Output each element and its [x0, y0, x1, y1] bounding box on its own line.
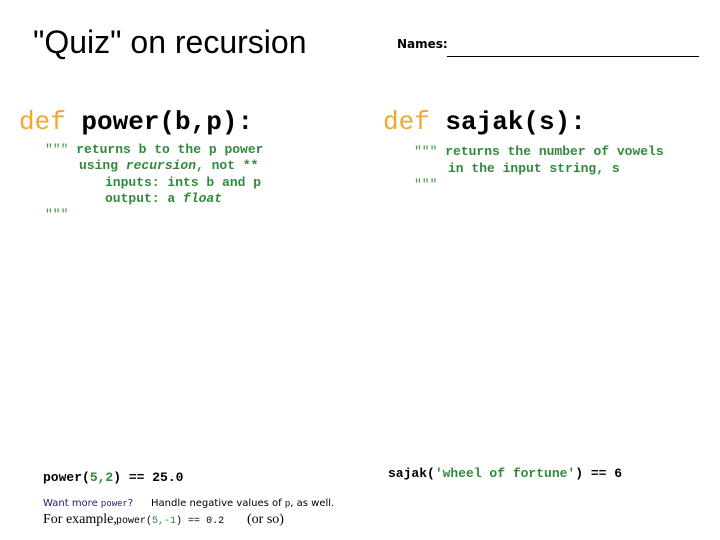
power-docstring-line4: output: a float — [105, 191, 223, 206]
power-docstring: """ returns b to the p power — [45, 142, 264, 157]
power-function-name: power(b,p): — [81, 107, 254, 137]
sajak-docstring: """ returns the number of vowels — [414, 144, 664, 159]
power-signature: def power(b,p): — [19, 107, 253, 137]
sajak-signature: def sajak(s): — [383, 107, 586, 137]
sajak-function-name: sajak(s): — [445, 107, 586, 137]
names-label: Names: — [397, 37, 448, 51]
sajak-example: sajak('wheel of fortune') == 6 — [388, 466, 623, 481]
sajak-docstring-close: """ — [414, 177, 438, 192]
or-so-note: (or so) — [247, 512, 284, 527]
sajak-docstring-line2: in the input string, s — [448, 161, 620, 176]
power-docstring-line3: inputs: ints b and p — [105, 175, 262, 190]
handle-negative-note: Handle negative values of p, as well. — [151, 498, 335, 509]
power-docstring-close: """ — [45, 207, 69, 222]
page-title: "Quiz" on recursion — [33, 24, 307, 60]
negative-example: power(5,-1) == 0.2 — [116, 516, 225, 527]
for-example-label: For example, — [43, 512, 117, 527]
names-field[interactable] — [447, 56, 699, 57]
power-docstring-line2: using recursion, not ** — [79, 158, 259, 173]
want-more-note: Want more power? — [43, 498, 134, 509]
def-keyword: def — [383, 107, 430, 137]
def-keyword: def — [19, 107, 66, 137]
power-example: power(5,2) == 25.0 — [43, 470, 184, 485]
